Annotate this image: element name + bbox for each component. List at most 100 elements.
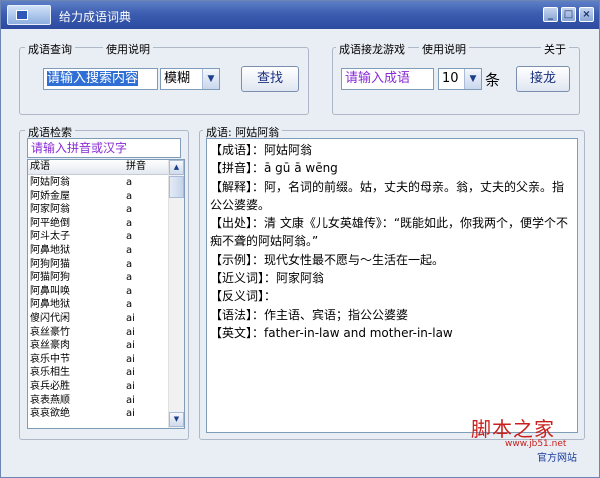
chain-button[interactable]: 接龙: [516, 66, 570, 92]
list-item[interactable]: 哀兵必胜 ai: [28, 380, 169, 394]
list-item-idiom: 阿家阿翁: [30, 204, 70, 216]
list-item-pinyin: a: [126, 190, 133, 202]
list-item-idiom: 哀兵必胜: [30, 381, 70, 392]
list-item-pinyin: a: [126, 231, 133, 243]
search-input[interactable]: 请输入搜索内容: [43, 68, 158, 90]
detail-text-area[interactable]: 【成语】：阿姑阿翁 【拼音】：ā gū ā wēng 【解释】：阿，名词的前缀。…: [206, 138, 578, 433]
index-filter-input[interactable]: 请输入拼音或汉字: [27, 138, 181, 158]
search-group-label: 成语查询: [25, 41, 75, 57]
list-item[interactable]: 阿姑阿翁 a: [28, 176, 169, 190]
list-item[interactable]: 哀丝豪肉 ai: [28, 339, 169, 353]
list-item[interactable]: 哀丝豪竹 ai: [28, 326, 169, 340]
list-item-idiom: 阿猫阿狗: [30, 272, 70, 284]
app-window: 给力成语词典 _ □ × 成语查询 使用说明 请输入搜索内容 模糊 ▼ 查找 成…: [0, 0, 600, 478]
app-icon: [7, 5, 51, 25]
list-item-pinyin: ai: [126, 381, 135, 392]
list-item-pinyin: a: [126, 299, 133, 311]
search-mode-select[interactable]: 模糊 ▼: [160, 68, 220, 90]
list-item-pinyin: a: [126, 245, 133, 256]
scroll-up-icon[interactable]: ▲: [169, 160, 184, 175]
list-item-pinyin: ai: [126, 408, 135, 420]
list-item-idiom: 哀丝豪肉: [30, 340, 70, 352]
game-count-select[interactable]: 10 ▼: [438, 68, 482, 90]
game-input[interactable]: 请输入成语: [341, 68, 434, 90]
search-input-text: 请输入搜索内容: [47, 71, 139, 86]
list-item-pinyin: ai: [126, 394, 135, 406]
list-scrollbar[interactable]: ▲ ▼: [168, 160, 184, 428]
list-item-idiom: 哀表燕顺: [30, 394, 70, 406]
scroll-down-icon[interactable]: ▼: [169, 412, 184, 427]
detail-line-example: 【示例】：现代女性最不愿与～生活在一起。: [210, 252, 445, 267]
list-item-pinyin: ai: [126, 313, 135, 324]
detail-line-idiom: 【成语】：阿姑阿翁: [210, 143, 313, 157]
chevron-down-icon[interactable]: ▼: [464, 69, 481, 89]
list-item-pinyin: ai: [126, 340, 135, 352]
list-item-idiom: 阿狗阿猫: [30, 258, 70, 270]
list-item[interactable]: 傻闪代闲 ai: [28, 312, 169, 326]
list-item-idiom: 阿平绝倒: [30, 217, 70, 229]
close-icon[interactable]: ×: [579, 7, 594, 22]
detail-line-synonym: 【近义词】：阿家阿翁: [210, 271, 325, 286]
game-group-label: 成语接龙游戏: [336, 41, 408, 57]
list-item-idiom: 阿鼻地狱: [30, 299, 70, 311]
list-item-idiom: 阿鼻地狱: [30, 245, 70, 256]
detail-line-source: 【出处】：清 文康《儿女英雄传》：“既能如此，你我两个，便学个不痴不聋的阿姑阿翁…: [210, 216, 569, 249]
list-item-pinyin: a: [126, 258, 133, 270]
list-item[interactable]: 哀表燕顺 ai: [28, 394, 169, 408]
list-item[interactable]: 阿娇金屋 a: [28, 190, 169, 204]
game-count-unit: 条: [485, 71, 501, 89]
list-item-pinyin: a: [126, 285, 133, 297]
list-item[interactable]: 阿平绝倒 a: [28, 217, 169, 231]
list-item-pinyin: a: [126, 217, 133, 229]
window-title: 给力成语词典: [59, 10, 132, 24]
detail-line-english: 【英文】：father-in-law and mother-in-law: [210, 325, 453, 340]
game-count-value: 10: [442, 71, 459, 86]
list-item-idiom: 哀哀欲绝: [30, 408, 70, 420]
list-item-pinyin: ai: [126, 367, 135, 379]
search-mode-value: 模糊: [164, 71, 191, 86]
list-item[interactable]: 阿斗太子 a: [28, 230, 169, 244]
minimize-icon[interactable]: _: [543, 7, 558, 22]
detail-line-explain: 【解释】：阿，名词的前缀。姑，丈夫的母亲。翁，丈夫的父亲。指公公婆婆。: [210, 179, 565, 212]
list-item[interactable]: 哀哀欲绝 ai: [28, 407, 169, 421]
maximize-icon[interactable]: □: [561, 7, 576, 22]
list-item[interactable]: 阿鼻地狱 a: [28, 298, 169, 312]
list-item-idiom: 阿鼻叫唤: [30, 285, 70, 297]
list-header: 成语 拼音: [28, 160, 169, 175]
col-idiom-header[interactable]: 成语: [30, 160, 50, 174]
list-item-idiom: 哀乐相生: [30, 367, 70, 379]
list-item-idiom: 傻闪代闲: [30, 313, 70, 324]
list-item-idiom: 阿娇金屋: [30, 190, 70, 202]
list-item-idiom: 哀丝豪竹: [30, 326, 70, 338]
about-link[interactable]: 关于: [541, 41, 569, 57]
list-item[interactable]: 阿狗阿猫 a: [28, 258, 169, 272]
list-item-pinyin: a: [126, 177, 133, 188]
list-item-idiom: 哀乐中节: [30, 353, 70, 365]
watermark-logo-text: 脚本之家: [471, 417, 555, 441]
search-button[interactable]: 查找: [241, 66, 299, 92]
list-item[interactable]: 阿鼻地狱 a: [28, 244, 169, 258]
list-item-pinyin: a: [126, 204, 133, 216]
watermark-logo: 脚本之家 www.jb51.net: [471, 413, 591, 449]
detail-line-antonym: 【反义词】：: [210, 289, 277, 304]
title-bar: 给力成语词典 _ □ ×: [1, 1, 599, 29]
list-item[interactable]: 阿鼻叫唤 a: [28, 285, 169, 299]
detail-line-pinyin: 【拼音】：ā gū ā wēng: [210, 161, 338, 176]
list-item[interactable]: 阿家阿翁 a: [28, 203, 169, 217]
chevron-down-icon[interactable]: ▼: [202, 69, 219, 89]
list-item-pinyin: ai: [126, 353, 135, 365]
list-item[interactable]: 哀乐中节 ai: [28, 353, 169, 367]
list-item[interactable]: 哀乐相生 ai: [28, 366, 169, 380]
search-help-link[interactable]: 使用说明: [103, 41, 153, 57]
list-item[interactable]: 阿猫阿狗 a: [28, 271, 169, 285]
watermark-url: www.jb51.net: [505, 439, 567, 449]
scroll-thumb[interactable]: [169, 176, 184, 198]
detail-line-grammar: 【语法】：作主语、宾语；指公公婆婆: [210, 307, 409, 322]
official-site-link[interactable]: 官方网站: [537, 449, 577, 464]
idiom-list: 成语 拼音 阿姑阿翁 a 阿娇金屋 a 阿家阿翁 a 阿平绝倒 a 阿斗太子 a 阿鼻地狱 a 阿狗阿猫…: [27, 159, 185, 429]
col-pinyin-header[interactable]: 拼音: [126, 160, 146, 174]
list-item-idiom: 阿姑阿翁: [30, 177, 70, 188]
list-item-idiom: 阿斗太子: [30, 231, 70, 243]
game-help-link[interactable]: 使用说明: [419, 41, 469, 57]
list-item-pinyin: a: [126, 272, 133, 284]
